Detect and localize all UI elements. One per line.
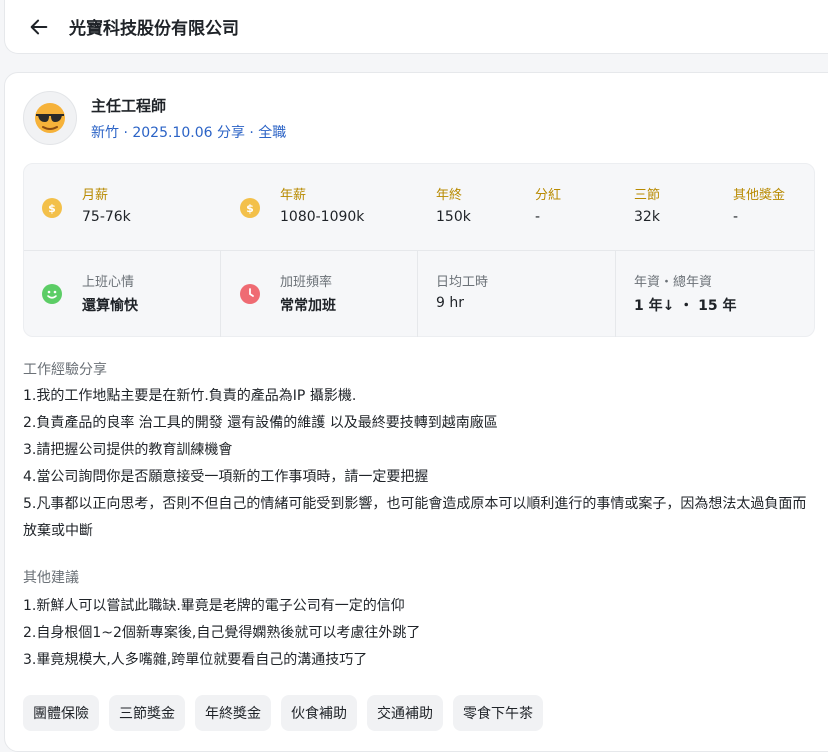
year-end-bonus-label: 年終 (436, 188, 463, 203)
back-button[interactable] (21, 9, 57, 45)
top-bar: 光寶科技股份有限公司 (4, 0, 828, 54)
clock-icon (240, 284, 260, 304)
experience-line: 1.我的工作地點主要是在新竹.負責的產品為IP 攝影機. (23, 388, 357, 404)
benefit-tag[interactable]: 零食下午茶 (453, 695, 543, 731)
festival-bonus-value: 32k (634, 209, 660, 225)
dollar-coin-icon: $ (240, 198, 260, 218)
stats-divider (220, 251, 221, 337)
smile-face-icon (42, 284, 62, 304)
advice-text: 1.新鮮人可以嘗試此職缺.畢竟是老牌的電子公司有一定的信仰 2.自身根個1~2個… (23, 593, 813, 674)
benefit-tag[interactable]: 三節獎金 (109, 695, 185, 731)
avatar (23, 91, 77, 145)
benefit-tag[interactable]: 年終獎金 (195, 695, 271, 731)
daily-hours-label: 日均工時 (436, 275, 489, 290)
other-bonus-value: - (733, 209, 739, 225)
other-bonus-label: 其他獎金 (733, 188, 786, 203)
benefit-tag[interactable]: 伙食補助 (281, 695, 357, 731)
stats-panel: $ 月薪 75-76k $ 年薪 1080-1090k 年終 150k 分紅 -… (23, 163, 815, 337)
benefit-tag[interactable]: 團體保險 (23, 695, 99, 731)
advice-line: 2.自身根個1~2個新專案後,自己覺得嫻熟後就可以考慮往外跳了 (23, 625, 421, 641)
stats-divider (417, 251, 418, 337)
experience-text: 1.我的工作地點主要是在新竹.負責的產品為IP 攝影機. 2.負責產品的良率 治… (23, 383, 813, 545)
review-meta: 新竹 · 2025.10.06 分享 · 全職 (91, 125, 287, 141)
experience-line: 5.凡事都以正向思考，否則不但自己的情緒可能受到影響，也可能會造成原本可以順利進… (23, 496, 807, 539)
job-title: 主任工程師 (91, 97, 167, 115)
dividend-value: - (535, 209, 541, 225)
overtime-value: 常常加班 (280, 298, 336, 314)
monthly-salary-value: 75-76k (82, 209, 131, 225)
dollar-coin-icon: $ (42, 198, 62, 218)
tenure-label: 年資・總年資 (634, 275, 713, 290)
dividend-label: 分紅 (535, 188, 562, 203)
festival-bonus-label: 三節 (634, 188, 661, 203)
advice-line: 3.畢竟規模大,人多嘴雜,跨單位就要看自己的溝通技巧了 (23, 652, 368, 668)
arrow-left-icon (30, 19, 48, 34)
advice-line: 1.新鮮人可以嘗試此職缺.畢竟是老牌的電子公司有一定的信仰 (23, 598, 405, 614)
review-card: 主任工程師 新竹 · 2025.10.06 分享 · 全職 $ 月薪 75-76… (4, 72, 828, 752)
monthly-salary-label: 月薪 (82, 188, 109, 203)
annual-salary-value: 1080-1090k (280, 209, 365, 225)
benefit-tags: 團體保險 三節獎金 年終獎金 伙食補助 交通補助 零食下午茶 (23, 695, 543, 731)
sunglasses-emoji-icon (35, 103, 65, 133)
benefit-tag[interactable]: 交通補助 (367, 695, 443, 731)
experience-line: 2.負責產品的良率 治工具的開發 還有設備的維護 以及最終要技轉到越南廠區 (23, 415, 498, 431)
daily-hours-value: 9 hr (436, 295, 464, 311)
experience-line: 4.當公司詢問你是否願意接受一項新的工作事項時，請一定要把握 (23, 469, 429, 485)
tenure-value: 1 年↓ ・ 15 年 (634, 298, 737, 314)
stats-divider (615, 251, 616, 337)
mood-label: 上班心情 (82, 275, 135, 290)
advice-section-title: 其他建議 (23, 570, 79, 586)
year-end-bonus-value: 150k (436, 209, 471, 225)
stats-divider (24, 250, 814, 251)
overtime-label: 加班頻率 (280, 275, 333, 290)
mood-value: 還算愉快 (82, 298, 138, 314)
annual-salary-label: 年薪 (280, 188, 307, 203)
experience-section-title: 工作經驗分享 (23, 362, 107, 378)
company-name: 光寶科技股份有限公司 (69, 19, 239, 39)
experience-line: 3.請把握公司提供的教育訓練機會 (23, 442, 233, 458)
